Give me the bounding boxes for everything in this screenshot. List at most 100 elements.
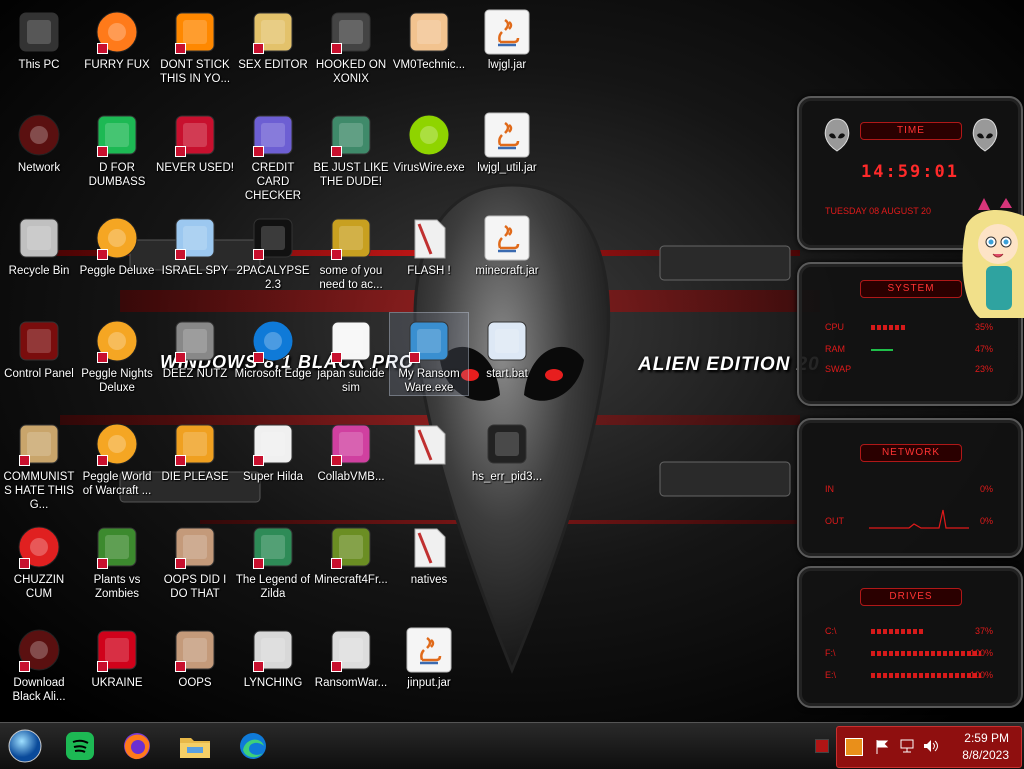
desktop-icon[interactable]: Microsoft Edge bbox=[234, 313, 312, 381]
java-icon bbox=[483, 214, 531, 262]
desktop-icon[interactable]: D FOR DUMBASS bbox=[78, 107, 156, 189]
desktop-icon[interactable]: VM0Technic... bbox=[390, 4, 468, 72]
desktop-icon[interactable]: Control Panel bbox=[0, 313, 78, 381]
desktop-icon[interactable]: Download Black Ali... bbox=[0, 622, 78, 704]
taskbar-spotify-button[interactable] bbox=[60, 727, 100, 765]
taskbar-edge-button[interactable] bbox=[233, 727, 273, 765]
desktop-icon[interactable]: some of you need to ac... bbox=[312, 210, 390, 292]
desktop-icon[interactable]: The Legend of Zilda bbox=[234, 519, 312, 601]
desktop-icon[interactable]: lwjgl_util.jar bbox=[468, 107, 546, 175]
desktop-icon[interactable]: lwjgl.jar bbox=[468, 4, 546, 72]
desktop-icon[interactable]: jinput.jar bbox=[390, 622, 468, 690]
taskbar-explorer-button[interactable] bbox=[175, 727, 215, 765]
cartoon-character-image bbox=[962, 198, 1024, 318]
edge-icon bbox=[249, 317, 297, 365]
taskbar-clock[interactable]: 2:59 PM 8/8/2023 bbox=[962, 730, 1009, 764]
plants-icon bbox=[93, 523, 141, 571]
collab-icon bbox=[327, 420, 375, 468]
desktop-icon[interactable]: FLASH ! bbox=[390, 210, 468, 278]
folder-icon bbox=[180, 738, 210, 758]
flag-icon[interactable] bbox=[875, 739, 889, 755]
volume-icon[interactable] bbox=[923, 739, 939, 753]
shortcut-overlay-icon bbox=[175, 455, 186, 466]
desktop-icon[interactable]: BE JUST LIKE THE DUDE! bbox=[312, 107, 390, 189]
desktop-icon-label: Control Panel bbox=[4, 368, 74, 380]
desktop-icon[interactable]: RansomWar... bbox=[312, 622, 390, 690]
desktop-icon-label: HOOKED ON XONIX bbox=[315, 59, 387, 85]
desktop-icon-label: RansomWar... bbox=[314, 677, 388, 689]
desktop-icon-label: Peggle Deluxe bbox=[79, 265, 155, 277]
desktop-icon[interactable]: CollabVMB... bbox=[312, 416, 390, 484]
desktop-icon[interactable] bbox=[390, 416, 468, 470]
desktop-icon[interactable]: Super Hilda bbox=[234, 416, 312, 484]
shortcut-overlay-icon bbox=[253, 352, 264, 363]
gear-bat-icon bbox=[483, 317, 531, 365]
taskbar-firefox-button[interactable] bbox=[117, 727, 157, 765]
desktop-icon[interactable]: Peggle Deluxe bbox=[78, 210, 156, 278]
desktop-icon[interactable]: CHUZZIN CUM bbox=[0, 519, 78, 601]
desktop-icon[interactable]: My Ransom Ware.exe bbox=[389, 312, 469, 396]
desktop-icon[interactable]: COMMUNISTS HATE THIS G... bbox=[0, 416, 78, 512]
desktop-icon-label: FLASH ! bbox=[407, 265, 451, 277]
desktop-icon[interactable]: Minecraft4Fr... bbox=[312, 519, 390, 587]
desktop-icon[interactable]: Plants vs Zombies bbox=[78, 519, 156, 601]
desktop-icon-label: Peggle Nights Deluxe bbox=[81, 368, 153, 394]
portrait-icon bbox=[171, 523, 219, 571]
desktop-icon[interactable]: ISRAEL SPY bbox=[156, 210, 234, 278]
desktop-icon[interactable]: minecraft.jar bbox=[468, 210, 546, 278]
firefox-icon bbox=[124, 733, 150, 760]
system-value: 23% bbox=[974, 364, 993, 374]
taskbar: 2:59 PM 8/8/2023 bbox=[0, 722, 1024, 769]
desktop-icon-label: This PC bbox=[18, 59, 60, 71]
desktop-icon[interactable]: This PC bbox=[0, 4, 78, 72]
desktop-icon-label: start.bat bbox=[486, 368, 528, 380]
desktop-icon-label: lwjgl.jar bbox=[487, 59, 527, 71]
desktop-icon[interactable]: VirusWire.exe bbox=[390, 107, 468, 175]
system-value: 47% bbox=[974, 344, 993, 354]
desktop-icon[interactable]: HOOKED ON XONIX bbox=[312, 4, 390, 86]
drive-f-bar bbox=[871, 651, 981, 656]
java-icon bbox=[483, 111, 531, 159]
folder-icon bbox=[405, 420, 453, 468]
desktop-icon[interactable]: UKRAINE bbox=[78, 622, 156, 690]
desktop-icon[interactable]: LYNCHING bbox=[234, 622, 312, 690]
desktop-icon[interactable]: DONT STICK THIS IN YO... bbox=[156, 4, 234, 86]
network-widget[interactable]: NETWORK IN 0% OUT 0% bbox=[797, 418, 1023, 558]
desktop-icon-label: My Ransom Ware.exe bbox=[398, 368, 460, 394]
widget-clock: 14:59:01 bbox=[861, 162, 959, 182]
desktop-icon[interactable]: OOPS bbox=[156, 622, 234, 690]
desktop-icon[interactable]: SEX EDITOR bbox=[234, 4, 312, 72]
cpu-bar bbox=[871, 325, 906, 330]
desktop-icon[interactable]: Peggle World of Warcraft ... bbox=[78, 416, 156, 498]
desktop-icon-label: VM0Technic... bbox=[392, 59, 466, 71]
tray-overflow-icon[interactable] bbox=[815, 739, 829, 753]
desktop-icon[interactable]: FURRY FUX bbox=[78, 4, 156, 72]
drives-widget[interactable]: DRIVES C:\ 37% F:\ 100% E:\ 100% bbox=[797, 566, 1023, 708]
desktop-icon-label: some of you need to ac... bbox=[319, 265, 383, 291]
tray-app-icon[interactable] bbox=[845, 738, 863, 756]
desktop-icon[interactable]: DIE PLEASE bbox=[156, 416, 234, 484]
start-button[interactable] bbox=[5, 727, 45, 765]
desktop-icon[interactable]: DEEZ NUTZ bbox=[156, 313, 234, 381]
desktop-icon[interactable]: japan suicide sim bbox=[312, 313, 390, 395]
desktop-icon-label: The Legend of Zilda bbox=[235, 574, 311, 600]
desktop-icon[interactable]: start.bat bbox=[468, 313, 546, 381]
desktop-icon[interactable]: Recycle Bin bbox=[0, 210, 78, 278]
desktop-icon[interactable]: hs_err_pid3... bbox=[468, 416, 546, 484]
shortcut-overlay-icon bbox=[19, 558, 30, 569]
desktop-icon[interactable]: Peggle Nights Deluxe bbox=[78, 313, 156, 395]
network-status-icon[interactable] bbox=[899, 738, 915, 754]
elf-icon bbox=[327, 111, 375, 159]
widget-title: TIME bbox=[860, 122, 962, 140]
desktop-icon-label: OOPS bbox=[178, 677, 212, 689]
desktop-icon[interactable]: OOPS DID I DO THAT bbox=[156, 519, 234, 601]
desktop-icon[interactable]: CREDIT CARD CHECKER bbox=[234, 107, 312, 203]
de-icon bbox=[171, 420, 219, 468]
desktop-icon[interactable]: 2PACALYPSE 2.3 bbox=[234, 210, 312, 292]
desktop-icon-label: 2PACALYPSE 2.3 bbox=[236, 265, 310, 291]
desktop-icon[interactable]: Network bbox=[0, 107, 78, 175]
system-tray: 2:59 PM 8/8/2023 bbox=[836, 726, 1022, 768]
desktop-icon[interactable]: natives bbox=[390, 519, 468, 587]
desktop-icon[interactable]: NEVER USED! bbox=[156, 107, 234, 175]
drive-value: 37% bbox=[974, 626, 993, 636]
